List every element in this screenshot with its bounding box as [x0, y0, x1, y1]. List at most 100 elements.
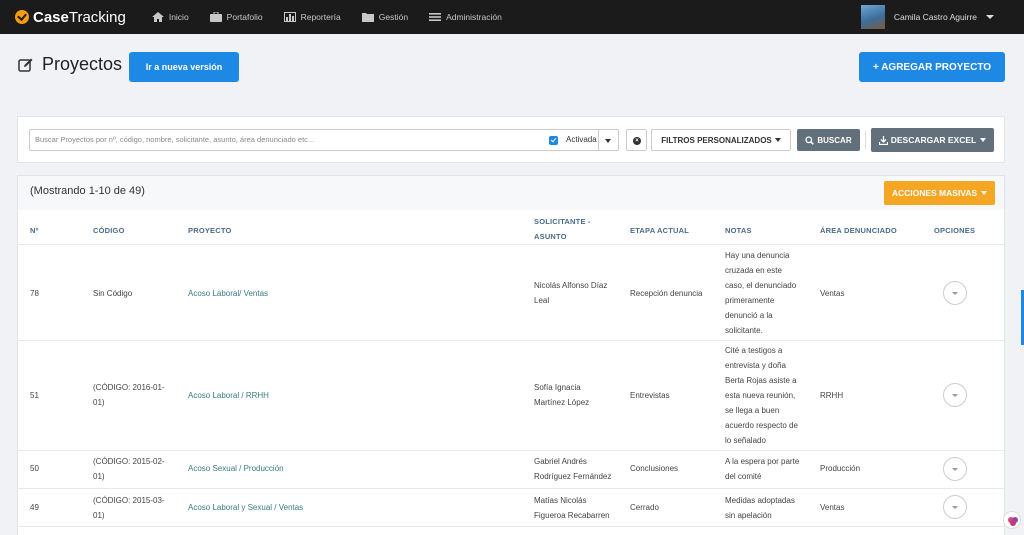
nav-item-label: Gestión: [378, 12, 409, 22]
cell-solicitante: Sofía Ignacia Martínez López: [534, 380, 589, 410]
cell-codigo: (CÓDIGO: 2015-03- 01): [93, 493, 165, 523]
column-header-etapa[interactable]: ETAPA ACTUAL: [630, 223, 689, 238]
brand-logo-link[interactable]: CaseTracking: [15, 9, 126, 26]
cell-n: 78: [30, 289, 39, 298]
search-button-label: BUSCAR: [817, 135, 852, 145]
chevron-down-icon: [952, 292, 958, 295]
row-options-button[interactable]: [943, 495, 967, 519]
caret-down-icon: [605, 139, 611, 143]
row-divider: [18, 244, 1004, 245]
solicitante-line: Sofía Ignacia: [534, 383, 581, 392]
custom-filters-button[interactable]: FILTROS PERSONALIZADOS: [651, 129, 791, 151]
codigo-line: (CÓDIGO: 2015-03-: [93, 496, 165, 505]
results-count: (Mostrando 1-10 de 49): [30, 185, 145, 197]
search-input[interactable]: Buscar Proyectos por nº, código, nombre,…: [29, 129, 615, 151]
briefcase-icon: [209, 12, 222, 22]
cell-notas: A la espera por parte del comité: [725, 454, 799, 484]
menu-icon: [429, 13, 442, 21]
download-icon: [878, 135, 888, 145]
row-options-button[interactable]: [943, 457, 967, 481]
cell-n: 49: [30, 503, 39, 512]
solicitante-line: Rodríguez Fernández: [534, 472, 612, 481]
cell-notas: Cité a testigos a entrevista y doña Bert…: [725, 343, 798, 448]
user-menu[interactable]: Camila Castro Aguirre: [860, 5, 994, 29]
row-divider: [18, 340, 1004, 341]
solicitante-line: Nicolás Alfonso Díaz: [534, 281, 608, 290]
edit-icon: [18, 58, 33, 72]
caret-down-icon: [981, 191, 988, 195]
codigo-line: (CÓDIGO: 2016-01-: [93, 383, 165, 392]
divider: [865, 131, 866, 149]
column-header-proyecto[interactable]: PROYECTO: [188, 223, 232, 238]
new-version-button[interactable]: Ir a nueva versión: [129, 52, 239, 82]
column-header-notas[interactable]: NOTAS: [725, 223, 752, 238]
solicitante-line: Gabriel Andrés: [534, 457, 587, 466]
download-excel-button[interactable]: DESCARGAR EXCEL: [871, 128, 994, 152]
caret-down-icon: [774, 138, 781, 142]
codigo-line: (CÓDIGO: 2015-02-: [93, 457, 165, 466]
cell-etapa: Entrevistas: [630, 391, 670, 400]
notas-line: entrevista y doña: [725, 361, 786, 370]
project-link[interactable]: Acoso Laboral/ Ventas: [188, 286, 268, 301]
check-circle-icon: [15, 10, 29, 24]
notas-line: Hay una denuncia: [725, 251, 790, 260]
brain-icon: [1008, 517, 1018, 526]
activada-label: Activada: [566, 135, 597, 144]
notas-line: se llega a buen: [725, 406, 780, 415]
notas-line: del comité: [725, 472, 762, 481]
home-icon: [151, 12, 164, 22]
column-header-n[interactable]: Nº: [30, 223, 39, 238]
row-options-button[interactable]: [943, 281, 967, 305]
solicitante-line: Martínez López: [534, 398, 590, 407]
nav-item-portafolio[interactable]: Portafolio: [209, 12, 263, 22]
notas-line: Medidas adoptadas: [725, 496, 795, 505]
notas-line: A la espera por parte: [725, 457, 800, 466]
chevron-down-icon: [952, 506, 958, 509]
nav-item-reporteria[interactable]: Reportería: [283, 12, 341, 22]
cell-codigo: (CÓDIGO: 2016-01- 01): [93, 380, 165, 410]
close-icon: ×: [633, 137, 641, 145]
nav-item-gestion[interactable]: Gestión: [361, 12, 409, 22]
table-toolbar: (Mostrando 1-10 de 49) ACCIONES MASIVAS: [18, 176, 1004, 210]
project-link[interactable]: Acoso Laboral y Sexual / Ventas: [188, 500, 303, 515]
add-project-button[interactable]: + AGREGAR PROYECTO: [859, 52, 1005, 82]
search-icon: [805, 135, 815, 145]
column-header-solicitante[interactable]: SOLICITANTE - ASUNTO: [534, 214, 591, 244]
notas-line: solicitante.: [725, 326, 763, 335]
cell-area: Ventas: [820, 503, 845, 512]
notas-line: esta nueva reunión,: [725, 391, 796, 400]
cell-notas: Medidas adoptadas sin apelación: [725, 493, 795, 523]
column-header-opciones: OPCIONES: [934, 226, 976, 235]
search-button[interactable]: BUSCAR: [797, 129, 860, 151]
row-options-button[interactable]: [943, 383, 967, 407]
page-title-text: Proyectos: [42, 54, 123, 74]
nav-item-label: Administración: [446, 12, 502, 22]
bulk-actions-button[interactable]: ACCIONES MASIVAS: [884, 181, 995, 205]
notas-line: acuerdo respecto de: [725, 421, 798, 430]
search-placeholder: Buscar Proyectos por nº, código, nombre,…: [35, 135, 315, 144]
notas-line: Cité a testigos a: [725, 346, 783, 355]
solicitante-line: Figueroa Recabarren: [534, 511, 610, 520]
project-link[interactable]: Acoso Laboral / RRHH: [188, 388, 269, 403]
column-header-codigo[interactable]: CÓDIGO: [93, 223, 125, 238]
clear-search-button[interactable]: ×: [626, 129, 647, 151]
codigo-line: 01): [93, 472, 105, 481]
cell-solicitante: Matías Nicolás Figueroa Recabarren: [534, 493, 610, 523]
notas-line: sin apelación: [725, 511, 772, 520]
filters-label: FILTROS PERSONALIZADOS: [661, 135, 772, 145]
solicitante-line: Matías Nicolás: [534, 496, 587, 505]
bar-chart-icon: [283, 12, 296, 22]
cell-n: 51: [30, 391, 39, 400]
codigo-line: 01): [93, 511, 105, 520]
nav-menu: Inicio Portafolio Reportería Gestión Adm…: [151, 12, 523, 22]
folder-icon: [361, 13, 374, 22]
nav-item-inicio[interactable]: Inicio: [151, 12, 189, 22]
project-link[interactable]: Acoso Sexual / Producción: [188, 461, 284, 476]
codigo-line: 01): [93, 398, 105, 407]
nav-item-administracion[interactable]: Administración: [429, 12, 502, 22]
activada-checkbox[interactable]: [549, 136, 558, 145]
assistant-button[interactable]: [1003, 511, 1021, 529]
column-header-area[interactable]: ÁREA DENUNCIADO: [820, 223, 897, 238]
nav-item-label: Reportería: [300, 12, 341, 22]
search-dropdown-button[interactable]: [598, 129, 619, 151]
